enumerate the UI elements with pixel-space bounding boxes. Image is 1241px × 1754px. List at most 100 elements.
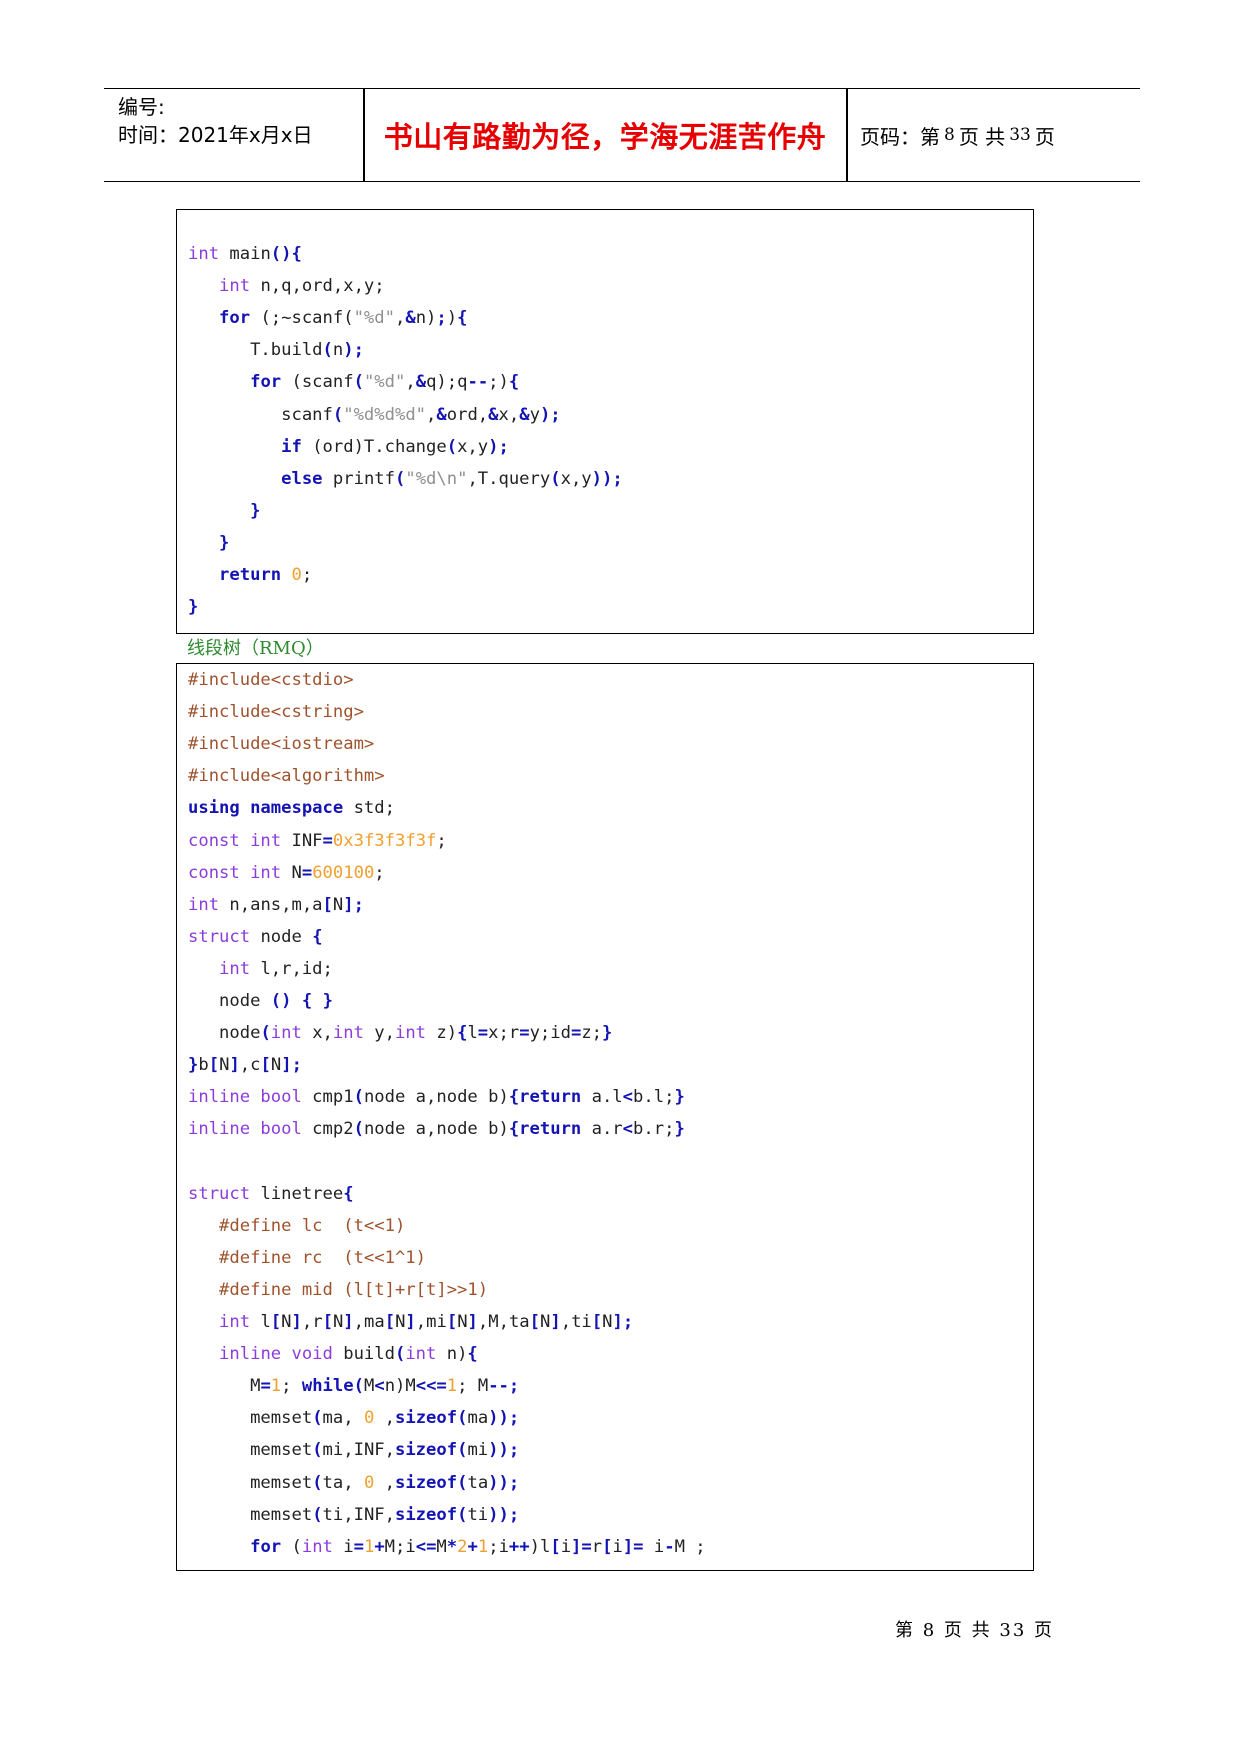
code-token: n)M bbox=[384, 1376, 416, 1397]
code-token: ;i bbox=[488, 1536, 509, 1557]
code-token: struct bbox=[188, 1183, 251, 1204]
code-token: r bbox=[591, 1536, 603, 1557]
code-token: inline void bbox=[219, 1344, 333, 1365]
code-token: { bbox=[312, 926, 323, 947]
code-token: 1 bbox=[363, 1536, 375, 1557]
code-line: const int N=600100; bbox=[188, 861, 385, 885]
code-token: [ bbox=[260, 1055, 271, 1076]
code-token: N bbox=[332, 894, 344, 915]
code-token: - bbox=[664, 1536, 675, 1557]
code-token: 0 bbox=[291, 565, 302, 585]
code-token: [ bbox=[384, 1312, 396, 1332]
code-line: for (scanf("%d",&q);q--;){ bbox=[188, 370, 519, 394]
code-line: if (ord)T.change(x,y); bbox=[188, 435, 509, 459]
code-line: } bbox=[188, 531, 229, 555]
code-token: ; M bbox=[457, 1376, 489, 1397]
code-token: ti bbox=[467, 1504, 489, 1525]
code-token: ( bbox=[353, 372, 364, 393]
code-token: memset bbox=[188, 1440, 313, 1461]
code-token: ( bbox=[353, 1119, 364, 1140]
code-token: ; bbox=[281, 1376, 302, 1397]
code-token: ,ma bbox=[353, 1312, 385, 1332]
code-token: y bbox=[529, 404, 540, 425]
code-token: } bbox=[602, 1023, 613, 1044]
code-line: #define lc (t<<1) bbox=[188, 1214, 405, 1238]
code-token: sizeof bbox=[394, 1504, 458, 1525]
code-token: { bbox=[457, 308, 468, 329]
code-block-segment-tree: #include<cstdio> #include<cstring> #includ… bbox=[176, 663, 1034, 1571]
code-token: ]= bbox=[571, 1536, 592, 1557]
code-token: ta, bbox=[322, 1472, 364, 1493]
code-token: ( bbox=[353, 1087, 364, 1108]
code-token: scanf bbox=[188, 404, 333, 425]
code-token: [ bbox=[529, 1312, 541, 1332]
code-token: cmp1 bbox=[301, 1087, 354, 1108]
code-token: node a,node b) bbox=[363, 1087, 509, 1108]
code-token: ( bbox=[457, 1440, 468, 1461]
code-token: 1 bbox=[446, 1376, 458, 1397]
code-token: for bbox=[250, 1536, 282, 1557]
code-token: n) bbox=[415, 308, 437, 329]
code-token: & bbox=[415, 372, 427, 393]
code-token: } bbox=[188, 597, 199, 618]
code-token: ti,INF, bbox=[322, 1504, 395, 1525]
code-token: <<= bbox=[415, 1376, 447, 1397]
code-token: b.l; bbox=[633, 1087, 675, 1108]
code-token: [ bbox=[591, 1312, 603, 1332]
code-token: + bbox=[467, 1536, 478, 1557]
code-token: node a,node b) bbox=[363, 1119, 509, 1140]
code-token: ma bbox=[467, 1408, 489, 1429]
code-line: #define rc (t<<1^1) bbox=[188, 1246, 426, 1270]
code-token: )); bbox=[488, 1504, 520, 1525]
code-line: inline bool cmp2(node a,node b){return a… bbox=[188, 1117, 685, 1141]
code-token: } bbox=[674, 1119, 685, 1140]
code-token: = bbox=[519, 1023, 530, 1044]
code-line: for (;~scanf("%d",&n);){ bbox=[188, 306, 467, 330]
code-token: = bbox=[477, 1023, 489, 1044]
code-token: & bbox=[488, 404, 499, 425]
code-token: a.r bbox=[581, 1119, 623, 1140]
code-token: { bbox=[508, 372, 520, 393]
code-token: return bbox=[519, 1087, 582, 1108]
code-token: { bbox=[457, 1023, 468, 1044]
code-token: #define rc (t<<1^1) bbox=[219, 1247, 427, 1268]
code-token: sizeof bbox=[395, 1472, 458, 1493]
code-token: int bbox=[188, 244, 220, 264]
header-page-info: 页码：第 8 页 共 33 页 bbox=[860, 89, 1055, 181]
code-token: ; bbox=[374, 862, 385, 883]
code-token: inline bool bbox=[188, 1119, 302, 1140]
code-token: sizeof bbox=[394, 1440, 458, 1461]
code-token: = bbox=[260, 1376, 271, 1397]
code-token: { bbox=[508, 1087, 520, 1108]
code-token: ] bbox=[550, 1312, 561, 1332]
footer-page: 8 bbox=[922, 1620, 937, 1641]
code-token: ); bbox=[488, 436, 509, 457]
code-token: ( bbox=[457, 1408, 468, 1429]
doc-number-label: 编号: bbox=[118, 95, 165, 119]
footer-suffix: 页 bbox=[1034, 1620, 1055, 1641]
code-line: #include<iostream> bbox=[188, 732, 374, 756]
code-token: M bbox=[436, 1536, 447, 1557]
footer-prefix: 第 bbox=[895, 1620, 915, 1641]
code-token: 1 bbox=[270, 1376, 282, 1397]
code-block-main: int main(){ int n,q,ord,x,y; for (;~scan… bbox=[176, 209, 1034, 634]
code-token: ,M,ta bbox=[477, 1312, 530, 1332]
code-token: const int bbox=[188, 862, 282, 883]
code-token: } bbox=[322, 991, 333, 1011]
code-token: N bbox=[270, 1055, 282, 1076]
code-token: --; bbox=[488, 1376, 520, 1397]
code-token: = bbox=[353, 1536, 364, 1557]
code-token: N bbox=[281, 1312, 292, 1332]
code-token: y, bbox=[363, 1023, 395, 1044]
code-token: = bbox=[301, 862, 313, 883]
footer-mid: 页 共 bbox=[943, 1620, 992, 1641]
code-token: return bbox=[219, 565, 282, 585]
